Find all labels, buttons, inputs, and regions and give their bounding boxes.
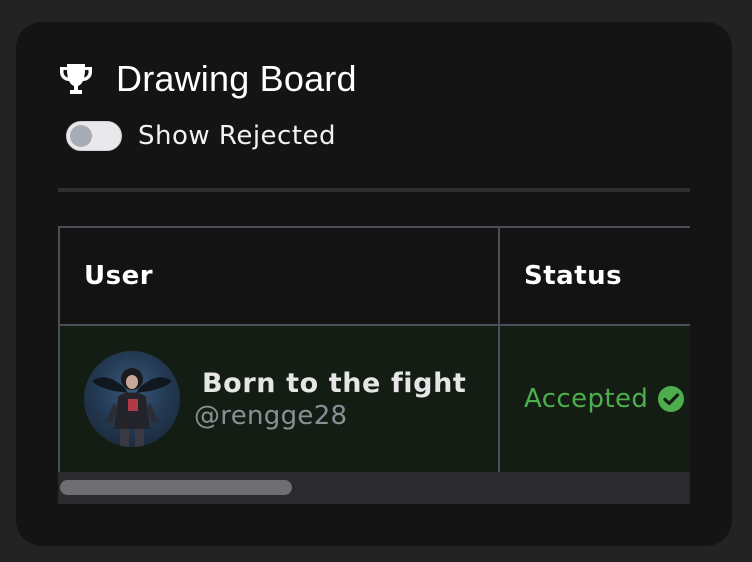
page-title: Drawing Board: [116, 58, 357, 99]
submissions-table-scroll-area: User Status Born to the fight @rengge28 …: [58, 226, 690, 474]
show-rejected-toggle[interactable]: [66, 121, 122, 151]
submissions-table: User Status Born to the fight @rengge28 …: [58, 226, 690, 474]
divider: [58, 188, 690, 192]
check-circle-icon: [658, 386, 685, 412]
column-header-status: Status: [498, 226, 690, 326]
avatar[interactable]: [84, 351, 180, 447]
user-cell: Born to the fight @rengge28: [58, 324, 500, 474]
table-row: Born to the fight @rengge28 Accepted: [58, 324, 690, 474]
drawing-board-card: Drawing Board Show Rejected User Status: [16, 22, 732, 546]
scrollbar-thumb[interactable]: [60, 480, 292, 495]
status-accepted-text: Accepted: [524, 384, 649, 414]
user-info: Born to the fight @rengge28: [194, 367, 466, 431]
card-header: Drawing Board: [56, 56, 357, 102]
trophy-icon: [56, 59, 96, 99]
submissions-table-container: User Status Born to the fight @rengge28 …: [58, 226, 690, 504]
toggle-knob: [70, 125, 92, 147]
column-header-user: User: [58, 226, 500, 326]
status-cell: Accepted: [498, 324, 690, 474]
horizontal-scrollbar[interactable]: [58, 472, 690, 504]
show-rejected-toggle-row: Show Rejected: [66, 116, 336, 156]
user-display-name[interactable]: Born to the fight: [202, 367, 466, 401]
table-header-row: User Status: [58, 226, 690, 326]
user-handle[interactable]: @rengge28: [194, 401, 466, 431]
show-rejected-label: Show Rejected: [138, 121, 337, 151]
